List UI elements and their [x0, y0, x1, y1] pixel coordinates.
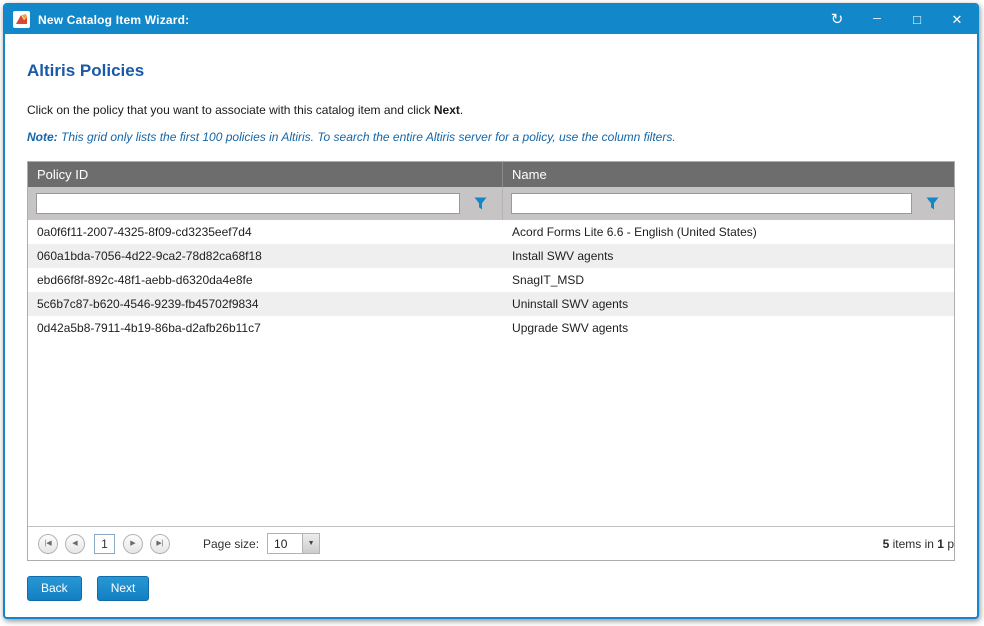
titlebar-controls: ↻ ─ □ ✕	[829, 12, 965, 27]
column-header-name[interactable]: Name	[503, 162, 954, 187]
policies-grid: Policy ID Name 0a0f6f11-20	[27, 161, 955, 561]
page-suffix: p	[947, 537, 954, 551]
policy-name-cell: SnagIT_MSD	[503, 273, 954, 287]
page-size-dropdown-icon[interactable]: ▼	[303, 533, 320, 554]
note-body: This grid only lists the first 100 polic…	[58, 130, 676, 144]
name-filter-cell	[503, 192, 954, 216]
window-title: New Catalog Item Wizard:	[38, 13, 189, 27]
table-row[interactable]: 0d42a5b8-7911-4b19-86ba-d2afb26b11c7 Upg…	[28, 316, 954, 340]
last-page-button[interactable]: ▶|	[150, 534, 170, 554]
policy-id-cell: 0a0f6f11-2007-4325-8f09-cd3235eef7d4	[28, 225, 503, 239]
policy-id-cell: 060a1bda-7056-4d22-9ca2-78d82ca68f18	[28, 249, 503, 263]
items-summary: 5 items in 1 p	[883, 537, 954, 551]
instruction-bold: Next	[434, 103, 460, 117]
wizard-window: New Catalog Item Wizard: ↻ ─ □ ✕ Altiris…	[3, 3, 979, 619]
first-page-button[interactable]: |◀	[38, 534, 58, 554]
policy-name-cell: Uninstall SWV agents	[503, 297, 954, 311]
grid-filter-row	[28, 187, 954, 220]
app-icon	[13, 11, 30, 28]
policy-id-filter-cell	[28, 187, 503, 220]
content-area: Altiris Policies Click on the policy tha…	[5, 61, 977, 561]
table-row[interactable]: 0a0f6f11-2007-4325-8f09-cd3235eef7d4 Aco…	[28, 220, 954, 244]
policy-name-cell: Acord Forms Lite 6.6 - English (United S…	[503, 225, 954, 239]
note-label: Note:	[27, 130, 58, 144]
maximize-icon[interactable]: □	[909, 13, 925, 26]
table-row[interactable]: 060a1bda-7056-4d22-9ca2-78d82ca68f18 Ins…	[28, 244, 954, 268]
footer-buttons: Back Next	[5, 561, 977, 601]
page-count: 1	[937, 537, 944, 551]
items-count: 5	[883, 537, 890, 551]
current-page-indicator[interactable]: 1	[94, 534, 115, 554]
table-row[interactable]: ebd66f8f-892c-48f1-aebb-d6320da4e8fe Sna…	[28, 268, 954, 292]
page-size-label: Page size:	[203, 537, 259, 551]
table-row[interactable]: 5c6b7c87-b620-4546-9239-fb45702f9834 Uni…	[28, 292, 954, 316]
note-text: Note: This grid only lists the first 100…	[27, 130, 955, 144]
close-icon[interactable]: ✕	[949, 13, 965, 26]
instruction-text: Click on the policy that you want to ass…	[27, 103, 955, 117]
name-filter-funnel-icon[interactable]	[918, 192, 946, 216]
next-page-button[interactable]: ▶	[123, 534, 143, 554]
policy-id-filter-funnel-icon[interactable]	[466, 192, 494, 216]
next-button[interactable]: Next	[97, 576, 150, 601]
policy-id-cell: 0d42a5b8-7911-4b19-86ba-d2afb26b11c7	[28, 321, 503, 335]
minimize-icon[interactable]: ─	[869, 14, 885, 25]
instruction-suffix: .	[460, 103, 463, 117]
items-text: items in	[893, 537, 934, 551]
grid-empty-area	[28, 340, 954, 526]
policy-id-cell: ebd66f8f-892c-48f1-aebb-d6320da4e8fe	[28, 273, 503, 287]
policy-name-cell: Upgrade SWV agents	[503, 321, 954, 335]
grid-pager: |◀ ◀ 1 ▶ ▶| Page size: 10 ▼ 5 items in 1…	[28, 526, 954, 560]
title-bar: New Catalog Item Wizard: ↻ ─ □ ✕	[5, 5, 977, 34]
policy-id-filter-input[interactable]	[36, 193, 460, 214]
instruction-prefix: Click on the policy that you want to ass…	[27, 103, 434, 117]
grid-header: Policy ID Name	[28, 162, 954, 187]
column-header-policy-id[interactable]: Policy ID	[28, 162, 503, 187]
policy-id-cell: 5c6b7c87-b620-4546-9239-fb45702f9834	[28, 297, 503, 311]
name-filter-input[interactable]	[511, 193, 912, 214]
page-size-value[interactable]: 10	[267, 533, 303, 554]
policy-name-cell: Install SWV agents	[503, 249, 954, 263]
page-title: Altiris Policies	[27, 61, 955, 81]
back-button[interactable]: Back	[27, 576, 82, 601]
refresh-icon[interactable]: ↻	[829, 12, 845, 27]
previous-page-button[interactable]: ◀	[65, 534, 85, 554]
